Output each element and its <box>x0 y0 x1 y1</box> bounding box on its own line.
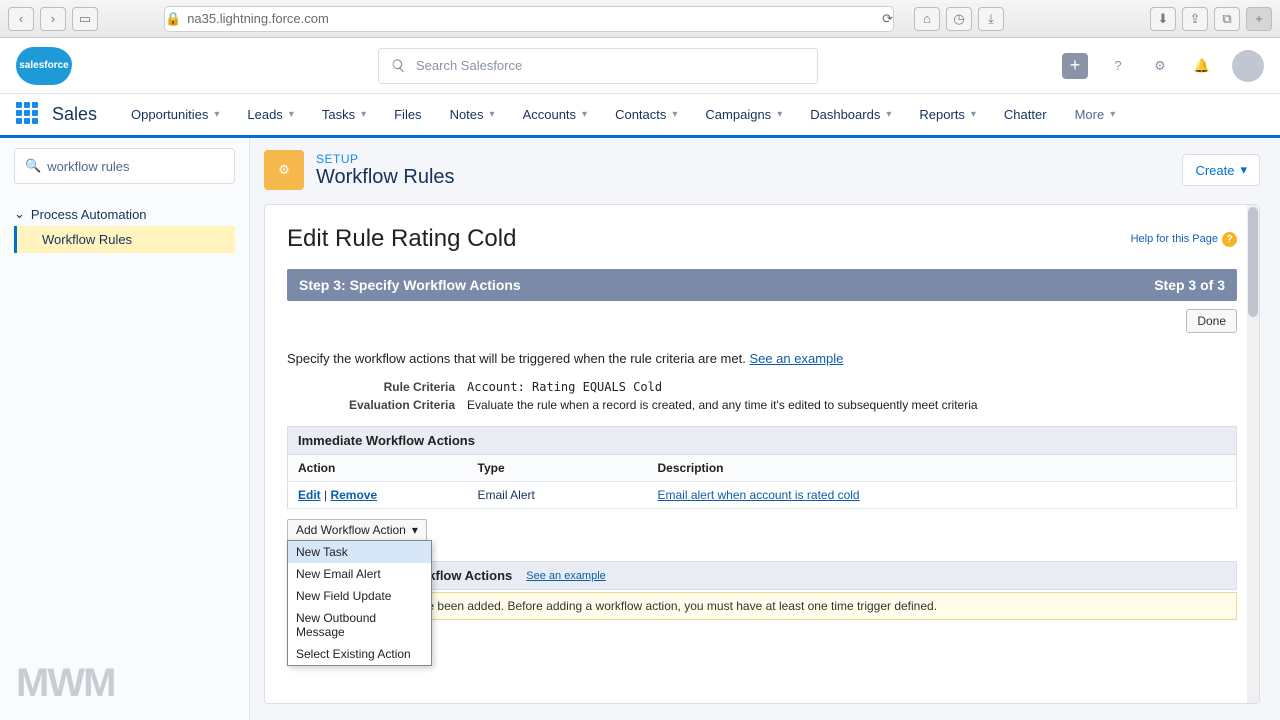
global-add-button[interactable]: + <box>1062 53 1088 79</box>
actions-table: Action Type Description Edit | Remove Em… <box>287 455 1237 509</box>
reload-icon[interactable]: ⟳ <box>882 11 893 27</box>
share-icon[interactable]: ⇪ <box>1182 7 1208 31</box>
nav-files[interactable]: Files <box>380 93 435 137</box>
quick-find-input[interactable]: 🔍 workflow rules <box>14 148 235 184</box>
page-title: Edit Rule Rating Cold <box>287 225 516 253</box>
nav-tasks[interactable]: Tasks▾ <box>308 93 380 137</box>
search-placeholder: Search Salesforce <box>416 58 522 73</box>
chevron-down-icon: ▾ <box>412 523 418 537</box>
nav-chatter[interactable]: Chatter <box>990 93 1061 137</box>
search-icon <box>391 58 406 73</box>
chevron-down-icon: ▾ <box>289 109 294 120</box>
col-description: Description <box>648 455 1237 482</box>
chevron-down-icon: ▾ <box>214 109 219 120</box>
menu-new-outbound-message[interactable]: New Outbound Message <box>288 607 431 643</box>
tree-item-workflow-rules[interactable]: Workflow Rules <box>14 226 235 253</box>
scrollbar-thumb[interactable] <box>1248 207 1258 317</box>
new-tab-button[interactable]: + <box>1246 7 1272 31</box>
download-icon[interactable]: ⬇ <box>1150 7 1176 31</box>
nav-more[interactable]: More▾ <box>1061 93 1130 137</box>
gear-icon: ⚙ <box>264 150 304 190</box>
nav-reports[interactable]: Reports▾ <box>905 93 990 137</box>
col-action: Action <box>288 455 468 482</box>
chevron-down-icon: ▾ <box>777 109 782 120</box>
app-launcher-icon[interactable] <box>16 102 42 128</box>
tree-parent-process-automation[interactable]: ⌄ Process Automation <box>14 202 235 226</box>
app-nav: Sales Opportunities▾ Leads▾ Tasks▾ Files… <box>0 94 1280 138</box>
remove-link[interactable]: Remove <box>330 488 377 502</box>
row-type: Email Alert <box>468 482 648 509</box>
chevron-down-icon: ⌄ <box>14 206 25 222</box>
rule-criteria-value: Account: Rating EQUALS Cold <box>467 380 662 394</box>
tabs-icon[interactable]: ⧉ <box>1214 7 1240 31</box>
nav-dashboards[interactable]: Dashboards▾ <box>796 93 905 137</box>
row-description-link[interactable]: Email alert when account is rated cold <box>658 488 860 502</box>
watermark: MWM <box>16 661 114 706</box>
chevron-down-icon: ▾ <box>886 109 891 120</box>
help-icon: ? <box>1222 232 1237 247</box>
evaluation-criteria-value: Evaluate the rule when a record is creat… <box>467 398 978 412</box>
chevron-down-icon: ▾ <box>582 109 587 120</box>
browser-toolbar: ‹ › ▭ 🔒 na35.lightning.force.com ⟳ ⌂ ◷ ⤓… <box>0 0 1280 38</box>
col-type: Type <box>468 455 648 482</box>
help-icon[interactable]: ? <box>1106 54 1130 78</box>
menu-new-task[interactable]: New Task <box>288 541 431 563</box>
create-button[interactable]: Create ▾ <box>1182 154 1260 186</box>
help-link[interactable]: Help for this Page ? <box>1131 232 1237 247</box>
address-bar[interactable]: 🔒 na35.lightning.force.com ⟳ <box>164 6 894 32</box>
gear-icon[interactable]: ⚙ <box>1148 54 1172 78</box>
menu-new-email-alert[interactable]: New Email Alert <box>288 563 431 585</box>
step-bar: Step 3: Specify Workflow Actions Step 3 … <box>287 269 1237 301</box>
rule-criteria-label: Rule Criteria <box>287 380 467 394</box>
see-example-link-2[interactable]: See an example <box>526 570 606 582</box>
chevron-down-icon: ▾ <box>1240 162 1247 178</box>
setup-sidebar: 🔍 workflow rules ⌄ Process Automation Wo… <box>0 138 250 720</box>
salesforce-header: salesforce Search Salesforce + ? ⚙ 🔔 <box>0 38 1280 94</box>
instruction-text: Specify the workflow actions that will b… <box>287 351 1237 366</box>
nav-leads[interactable]: Leads▾ <box>233 93 307 137</box>
notifications-icon[interactable]: 🔔 <box>1190 54 1214 78</box>
nav-campaigns[interactable]: Campaigns▾ <box>691 93 796 137</box>
nav-contacts[interactable]: Contacts▾ <box>601 93 691 137</box>
avatar[interactable] <box>1232 50 1264 82</box>
chevron-down-icon: ▾ <box>1110 109 1115 120</box>
scrollbar[interactable] <box>1247 205 1259 703</box>
chevron-down-icon: ▾ <box>490 109 495 120</box>
table-row: Edit | Remove Email Alert Email alert wh… <box>288 482 1237 509</box>
nav-opportunities[interactable]: Opportunities▾ <box>117 93 233 137</box>
global-search[interactable]: Search Salesforce <box>378 48 818 84</box>
chevron-down-icon: ▾ <box>361 109 366 120</box>
salesforce-logo: salesforce <box>16 47 72 85</box>
menu-new-field-update[interactable]: New Field Update <box>288 585 431 607</box>
nav-notes[interactable]: Notes▾ <box>436 93 509 137</box>
setup-page-header: ⚙ SETUP Workflow Rules Create ▾ <box>264 150 1260 190</box>
nav-accounts[interactable]: Accounts▾ <box>509 93 602 137</box>
back-button[interactable]: ‹ <box>8 7 34 31</box>
search-icon: 🔍 <box>25 158 41 174</box>
see-example-link[interactable]: See an example <box>749 351 843 366</box>
content-panel: Edit Rule Rating Cold Help for this Page… <box>264 204 1260 704</box>
dropdown-menu: New Task New Email Alert New Field Updat… <box>287 540 432 666</box>
app-name: Sales <box>52 104 97 125</box>
url-text: na35.lightning.force.com <box>187 11 329 26</box>
downloads-tray-icon[interactable]: ⤓ <box>978 7 1004 31</box>
chevron-down-icon: ▾ <box>672 109 677 120</box>
sidebar-toggle-button[interactable]: ▭ <box>72 7 98 31</box>
step-title: Step 3: Specify Workflow Actions <box>299 277 521 293</box>
menu-select-existing-action[interactable]: Select Existing Action <box>288 643 431 665</box>
add-workflow-action-dropdown[interactable]: Add Workflow Action ▾ New Task New Email… <box>287 519 427 541</box>
history-icon[interactable]: ◷ <box>946 7 972 31</box>
step-count: Step 3 of 3 <box>1154 277 1225 293</box>
home-icon[interactable]: ⌂ <box>914 7 940 31</box>
quick-find-value: workflow rules <box>47 159 129 174</box>
evaluation-criteria-label: Evaluation Criteria <box>287 398 467 412</box>
done-button[interactable]: Done <box>1186 309 1237 333</box>
chevron-down-icon: ▾ <box>971 109 976 120</box>
immediate-actions-header: Immediate Workflow Actions <box>287 426 1237 455</box>
setup-eyebrow: SETUP <box>316 152 455 166</box>
edit-link[interactable]: Edit <box>298 488 321 502</box>
lock-icon: 🔒 <box>165 11 181 27</box>
forward-button[interactable]: › <box>40 7 66 31</box>
setup-title: Workflow Rules <box>316 166 455 189</box>
